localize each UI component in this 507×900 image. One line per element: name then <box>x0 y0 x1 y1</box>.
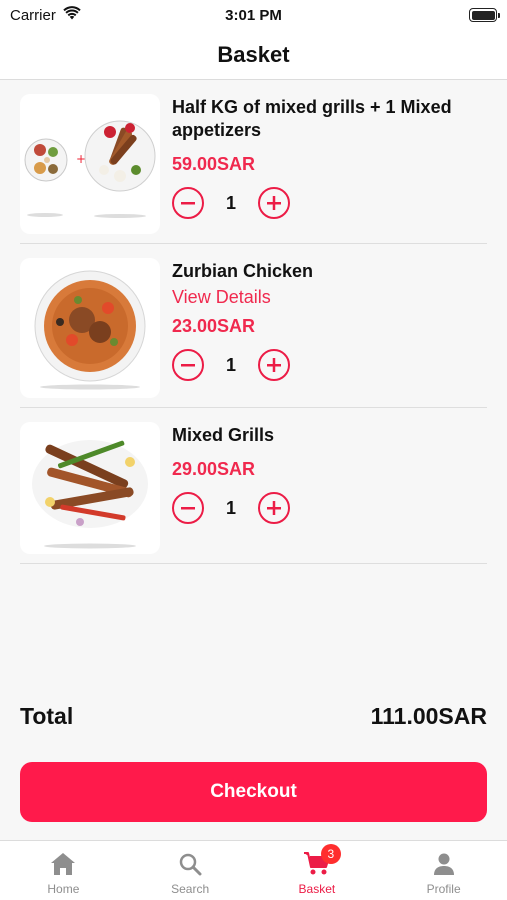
cart-badge: 3 <box>320 844 341 864</box>
decrease-quantity-button[interactable] <box>172 492 204 524</box>
tab-label: Basket <box>298 882 336 896</box>
quantity-stepper: 1 <box>172 187 487 219</box>
decrease-quantity-button[interactable] <box>172 187 204 219</box>
item-info: Zurbian Chicken View Details 23.00SAR 1 <box>160 258 487 381</box>
plus-icon <box>267 358 281 372</box>
plus-icon <box>267 196 281 210</box>
increase-quantity-button[interactable] <box>258 492 290 524</box>
basket-item: Mixed Grills 29.00SAR 1 <box>20 408 487 564</box>
total-value: 111.00SAR <box>370 703 487 729</box>
minus-icon <box>181 202 195 205</box>
tab-bar: Home Search 3 Basket Profile <box>0 840 507 900</box>
quantity-value: 1 <box>225 354 236 375</box>
quantity-stepper: 1 <box>172 492 487 524</box>
item-price: 23.00SAR <box>172 316 256 336</box>
tab-label: Search <box>171 882 210 896</box>
person-icon <box>433 853 454 875</box>
carrier-label: Carrier <box>10 6 56 24</box>
basket-item: Zurbian Chicken View Details 23.00SAR 1 <box>20 244 487 408</box>
basket-item: + Half KG of mixed grills + 1 Mixed appe… <box>20 80 487 244</box>
status-bar: Carrier 3:01 PM <box>0 0 507 30</box>
item-name: Zurbian Chicken <box>172 261 314 281</box>
item-name: Mixed Grills <box>172 425 275 445</box>
total-label: Total <box>20 703 74 729</box>
home-icon <box>51 853 76 875</box>
minus-icon <box>181 364 195 367</box>
item-price: 29.00SAR <box>172 459 256 479</box>
tab-basket[interactable]: 3 Basket <box>254 841 381 900</box>
tab-home[interactable]: Home <box>0 841 127 900</box>
increase-quantity-button[interactable] <box>258 187 290 219</box>
search-icon <box>179 853 202 876</box>
total-row: Total 111.00SAR <box>20 703 487 730</box>
tab-label: Profile <box>426 882 461 896</box>
plus-icon <box>267 501 281 515</box>
minus-icon <box>181 507 195 510</box>
wifi-icon <box>63 6 81 24</box>
tab-label: Home <box>47 882 80 896</box>
battery-icon <box>469 8 500 22</box>
quantity-stepper: 1 <box>172 349 487 381</box>
checkout-button[interactable]: Checkout <box>20 762 487 822</box>
tab-search[interactable]: Search <box>127 841 254 900</box>
item-image <box>20 258 160 398</box>
page-title: Basket <box>217 41 290 67</box>
quantity-value: 1 <box>225 192 236 213</box>
item-info: Half KG of mixed grills + 1 Mixed appeti… <box>160 94 487 219</box>
increase-quantity-button[interactable] <box>258 349 290 381</box>
basket-list: + Half KG of mixed grills + 1 Mixed appe… <box>20 80 487 564</box>
view-details-link[interactable]: View Details <box>172 287 487 308</box>
status-left: Carrier <box>10 6 81 24</box>
quantity-value: 1 <box>225 497 236 518</box>
item-info: Mixed Grills 29.00SAR 1 <box>160 422 487 524</box>
item-name: Half KG of mixed grills + 1 Mixed appeti… <box>172 97 452 140</box>
nav-bar: Basket <box>0 30 507 80</box>
item-price: 59.00SAR <box>172 154 256 174</box>
item-image: + <box>20 94 160 234</box>
tab-profile[interactable]: Profile <box>380 841 507 900</box>
item-image <box>20 422 160 554</box>
decrease-quantity-button[interactable] <box>172 349 204 381</box>
